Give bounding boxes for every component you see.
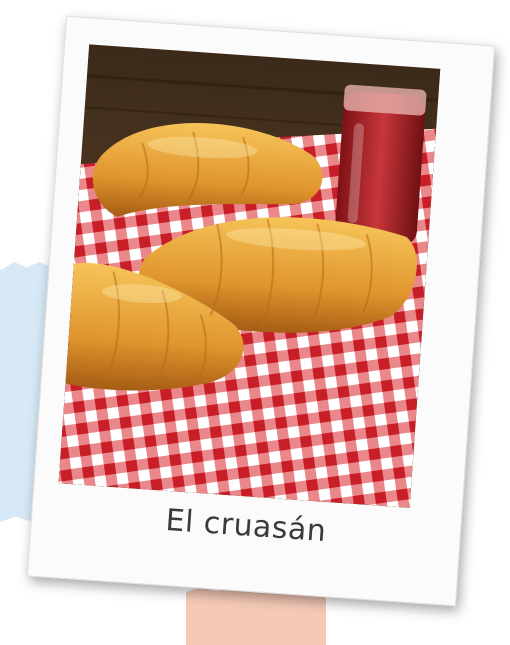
polaroid-card: El cruasán — [26, 15, 496, 607]
croissant-photo — [58, 44, 441, 508]
croissant-image-icon — [58, 44, 441, 508]
